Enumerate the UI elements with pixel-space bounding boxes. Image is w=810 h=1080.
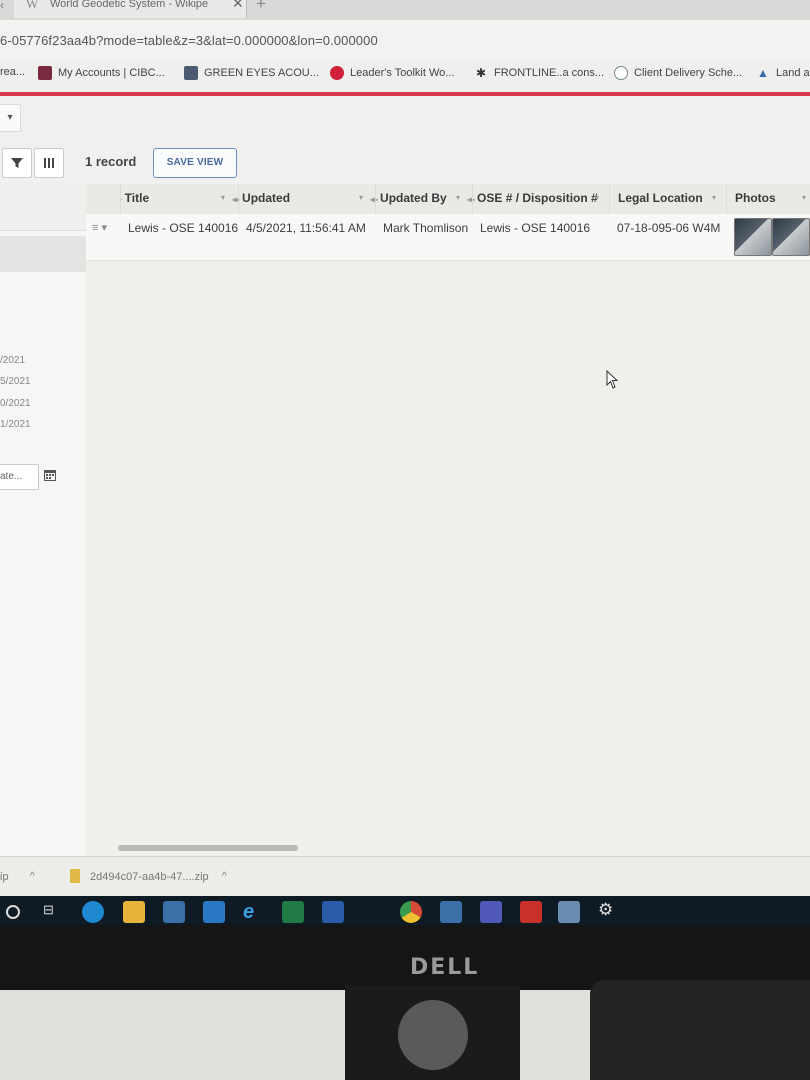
bookmark-item[interactable]: My Accounts | CIBC...: [38, 66, 165, 80]
address-bar[interactable]: 6-05776f23aa4b?mode=table&z=3&lat=0.0000…: [0, 22, 810, 58]
column-header-updated[interactable]: ◂▸ Updated: [232, 191, 290, 205]
dell-logo: DELL: [410, 955, 480, 980]
table-toolbar: 1 record SAVE VIEW: [0, 146, 810, 184]
word-icon[interactable]: [322, 901, 344, 923]
column-menu-icon[interactable]: ▾: [221, 193, 225, 202]
bookmark-item[interactable]: Leader's Toolkit Wo...: [330, 66, 454, 80]
column-header-title[interactable]: · Title: [120, 191, 149, 205]
cell-title[interactable]: Lewis - OSE 140016: [128, 221, 238, 235]
download-chevron-icon[interactable]: ^: [30, 871, 35, 882]
excel-icon[interactable]: [282, 901, 304, 923]
task-view-icon[interactable]: ⊟: [43, 902, 54, 918]
photo-thumbnail[interactable]: [772, 218, 810, 256]
screen: ‹ W World Geodetic System - Wikipe ✕ + 6…: [0, 0, 810, 925]
pdf-icon[interactable]: [520, 901, 542, 923]
column-header-legal-location[interactable]: Legal Location: [618, 191, 703, 205]
download-chevron-icon[interactable]: ^: [222, 871, 227, 882]
store-icon[interactable]: [163, 901, 185, 923]
column-menu-icon[interactable]: ▾: [595, 193, 599, 202]
file-explorer-icon[interactable]: [123, 901, 145, 923]
calendar-icon[interactable]: [44, 469, 56, 481]
browser-tab-strip: ‹ W World Geodetic System - Wikipe ✕ +: [0, 0, 810, 20]
windows-taskbar: ⊟ e ⚙: [0, 896, 810, 925]
tab-scroll-left[interactable]: ‹: [0, 0, 4, 12]
columns-button[interactable]: [34, 148, 64, 178]
search-icon[interactable]: [6, 905, 20, 919]
date-option[interactable]: 5/2021: [0, 376, 31, 387]
zip-file-icon: [70, 869, 80, 883]
date-option[interactable]: 0/2021: [0, 398, 31, 409]
bookmark-item[interactable]: Client Delivery Sche...: [614, 66, 742, 80]
cell-updated: 4/5/2021, 11:56:41 AM: [246, 221, 366, 235]
filter-panel-band: [0, 236, 86, 272]
new-tab-button[interactable]: +: [256, 0, 266, 14]
filter-button[interactable]: [2, 148, 32, 178]
table-row[interactable]: ≡ ▾ Lewis - OSE 140016 4/5/2021, 11:56:4…: [86, 214, 810, 261]
bookmark-item[interactable]: GREEN EYES ACOU...: [184, 66, 319, 80]
photos-icon[interactable]: [558, 901, 580, 923]
filter-panel: /2021 5/2021 0/2021 1/2021 ate...: [0, 184, 87, 856]
url-text[interactable]: 6-05776f23aa4b?mode=table&z=3&lat=0.0000…: [0, 33, 378, 48]
columns-icon: [44, 158, 54, 169]
stand-cable-hole: [398, 1000, 468, 1070]
site-icon: [184, 66, 198, 80]
panel-toggle-chevron-icon[interactable]: ▾: [0, 104, 21, 132]
settings-gear-icon[interactable]: ⚙: [598, 900, 613, 920]
cell-updated-by: Mark Thomlison: [383, 221, 469, 235]
row-menu-icon[interactable]: ≡ ▾: [92, 221, 107, 234]
date-option[interactable]: 1/2021: [0, 419, 31, 430]
save-view-button[interactable]: SAVE VIEW: [153, 148, 237, 178]
photo-thumbnail[interactable]: [734, 218, 772, 256]
bookmark-item[interactable]: ▲ Land a: [756, 66, 810, 80]
chrome-icon[interactable]: [400, 901, 422, 923]
column-menu-icon[interactable]: ▾: [359, 193, 363, 202]
internet-explorer-icon[interactable]: e: [243, 901, 265, 923]
cell-legal-location: 07-18-095-06 W4M: [617, 221, 721, 235]
mail-icon[interactable]: [203, 901, 225, 923]
date-input[interactable]: ate...: [0, 464, 39, 490]
download-item[interactable]: 2d494c07-aa4b-47....zip: [90, 871, 209, 883]
table-header: ·Title ▾ ◂▸Updated ▾ ◂▸Updated By ▾ ◂▸OS…: [86, 184, 810, 215]
filter-panel-header: [0, 184, 86, 231]
tab-title: World Geodetic System - Wikipe: [50, 0, 209, 10]
column-header-ose[interactable]: ◂▸OSE # / Disposition #: [467, 191, 598, 205]
bookmarks-bar: rea... My Accounts | CIBC... GREEN EYES …: [0, 58, 810, 92]
bag: [590, 980, 810, 1080]
mouse-cursor-icon: [606, 370, 619, 389]
filter-icon: [11, 158, 23, 169]
horizontal-scrollbar[interactable]: [118, 845, 298, 851]
column-header-updated-by[interactable]: ◂▸Updated By: [370, 191, 447, 205]
teams-icon[interactable]: [480, 901, 502, 923]
column-header-photos[interactable]: Photos: [735, 191, 776, 205]
tab-close-icon[interactable]: ✕: [232, 0, 244, 10]
bookmark-item[interactable]: rea...: [0, 66, 25, 78]
leaf-icon: ✱: [475, 66, 487, 80]
column-menu-icon[interactable]: ▾: [456, 193, 460, 202]
wikipedia-icon: W: [26, 0, 39, 11]
downloads-bar: ip ^ 2d494c07-aa4b-47....zip ^: [0, 856, 810, 897]
app-header: ▾: [0, 96, 810, 146]
cell-ose: Lewis - OSE 140016: [480, 221, 591, 235]
date-option[interactable]: /2021: [0, 355, 25, 366]
download-item[interactable]: ip: [0, 871, 9, 883]
column-menu-icon[interactable]: ▾: [802, 193, 806, 202]
red-drop-icon: [330, 66, 344, 80]
drive-icon: ▲: [757, 66, 769, 80]
record-count: 1 record: [85, 154, 137, 169]
globe-icon: [614, 66, 628, 80]
bookmark-item[interactable]: ✱ FRONTLINE..a cons...: [474, 66, 604, 80]
edge-icon[interactable]: [82, 901, 104, 923]
records-table: ·Title ▾ ◂▸Updated ▾ ◂▸Updated By ▾ ◂▸OS…: [86, 184, 810, 856]
browser-tab[interactable]: W World Geodetic System - Wikipe ✕: [14, 0, 247, 18]
cibc-icon: [38, 66, 52, 80]
column-menu-icon[interactable]: ▾: [712, 193, 716, 202]
calculator-icon[interactable]: [440, 901, 462, 923]
